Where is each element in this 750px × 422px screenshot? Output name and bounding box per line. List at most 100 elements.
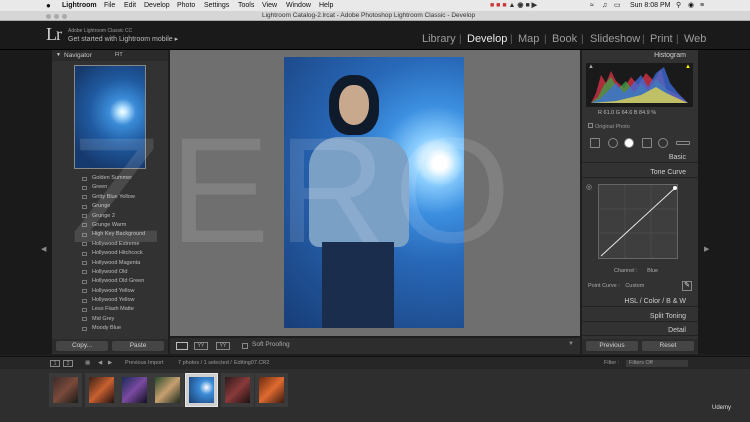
spot-removal-tool-icon[interactable] xyxy=(608,138,618,148)
page-1-button[interactable]: 1 xyxy=(50,360,60,367)
apple-icon[interactable]: ● xyxy=(46,0,51,11)
collapse-right-icon[interactable]: ▶ xyxy=(704,245,709,253)
paste-button[interactable]: Paste xyxy=(112,341,164,351)
preset-item[interactable]: Moody Blue xyxy=(80,324,168,333)
volume-icon[interactable]: ♫ xyxy=(602,0,607,11)
section-detail[interactable]: Detail xyxy=(582,325,698,336)
clock[interactable]: Sun 8:08 PM xyxy=(630,0,670,11)
app-menu[interactable]: Lightroom xyxy=(62,0,97,11)
preset-item[interactable]: Hollywood Yellow xyxy=(80,287,168,296)
split-toning-label: Split Toning xyxy=(649,313,686,320)
preset-item[interactable]: Hollywood Yellow xyxy=(80,296,168,305)
section-hsl[interactable]: HSL / Color / B & W xyxy=(582,296,698,307)
module-separator: | xyxy=(642,34,645,45)
navigator-title: Navigator xyxy=(64,52,92,59)
soft-proofing-label: Soft Proofing xyxy=(252,341,290,348)
clipping-highlight-icon[interactable]: ▲ xyxy=(685,64,691,70)
histogram-graph xyxy=(591,67,688,103)
product-name: Adobe Lightroom Classic CC xyxy=(68,28,133,34)
module-library[interactable]: Library xyxy=(422,33,456,46)
copy-button[interactable]: Copy... xyxy=(56,341,108,351)
channel-row: Channel : Blue xyxy=(614,268,658,274)
soft-proofing-checkbox[interactable] xyxy=(242,343,248,349)
menu-develop[interactable]: Develop xyxy=(144,0,170,11)
targeted-adjustment-icon[interactable]: ◎ xyxy=(586,183,592,191)
module-map[interactable]: Map xyxy=(518,33,539,46)
left-edge: ◀ xyxy=(0,50,52,354)
right-panel-buttons: Previous Reset xyxy=(582,339,698,353)
loupe-view-icon[interactable] xyxy=(176,342,188,350)
channel-select[interactable]: Blue xyxy=(647,268,658,274)
before-after-icon[interactable]: YY xyxy=(216,342,230,350)
filmstrip-thumbnail[interactable] xyxy=(118,373,151,407)
window-title-bar: Lightroom Catalog-2.lrcat - Adobe Photos… xyxy=(0,11,750,21)
menu-help[interactable]: Help xyxy=(319,0,333,11)
toolbar-menu-icon[interactable]: ▼ xyxy=(568,341,574,347)
close-window-button[interactable] xyxy=(46,14,51,19)
point-curve-select[interactable]: Custom xyxy=(625,283,644,289)
basic-label: Basic xyxy=(668,154,686,161)
section-split-toning[interactable]: Split Toning xyxy=(582,311,698,322)
page-2-button[interactable]: 2 xyxy=(63,360,73,367)
module-develop[interactable]: Develop xyxy=(467,33,507,46)
preset-item[interactable]: Less Flash Matte xyxy=(80,305,168,314)
module-slideshow[interactable]: Slideshow xyxy=(590,33,640,46)
navigator-header[interactable]: ▼ Navigator FIT xyxy=(52,50,168,61)
radial-filter-icon[interactable] xyxy=(658,138,668,148)
module-separator: | xyxy=(544,34,547,45)
module-book[interactable]: Book xyxy=(552,33,577,46)
filmstrip-thumbnail[interactable] xyxy=(151,373,184,407)
curve-edit-icon[interactable]: ✎ xyxy=(682,281,692,291)
clipping-shadow-icon[interactable]: ▲ xyxy=(588,64,594,70)
tone-curve-graph[interactable] xyxy=(598,184,678,259)
zoom-window-button[interactable] xyxy=(62,14,67,19)
minimize-window-button[interactable] xyxy=(54,14,59,19)
menu-window[interactable]: Window xyxy=(286,0,311,11)
filmstrip-bar: 1 2 ▦ ◀ ▶ Previous Import 7 photos / 1 s… xyxy=(0,356,750,369)
zoom-fit-option[interactable]: FIT xyxy=(115,50,123,61)
filter-select[interactable]: Filters Off xyxy=(626,360,688,367)
battery-icon[interactable]: ▭ xyxy=(614,0,621,11)
filmstrip-thumbnail[interactable] xyxy=(221,373,254,407)
search-icon[interactable]: ⚲ xyxy=(676,0,681,11)
original-photo-checkbox[interactable] xyxy=(588,123,593,128)
filmstrip-thumbnail[interactable] xyxy=(49,373,82,407)
point-curve-label: Point Curve : xyxy=(588,283,620,289)
section-tone-curve[interactable]: Tone Curve xyxy=(582,167,698,178)
menu-tools[interactable]: Tools xyxy=(238,0,254,11)
mobile-promo-link[interactable]: Get started with Lightroom mobile ▸ xyxy=(68,35,178,43)
menu-settings[interactable]: Settings xyxy=(204,0,229,11)
readout-r-label: R xyxy=(598,110,602,116)
reset-button[interactable]: Reset xyxy=(642,341,694,351)
compare-view-icon[interactable]: YY xyxy=(194,342,208,350)
right-panel: Histogram ▲ ▲ R 61.0 G 64.6 B 84.9 % Ori… xyxy=(582,50,698,354)
udemy-watermark: Udemy xyxy=(712,405,732,411)
adjustment-brush-icon[interactable] xyxy=(676,141,690,145)
siri-icon[interactable]: ◉ xyxy=(688,0,694,11)
filmstrip-thumbnail-selected[interactable] xyxy=(185,373,218,407)
menu-edit[interactable]: Edit xyxy=(124,0,136,11)
histogram-header[interactable]: Histogram xyxy=(582,50,698,61)
module-print[interactable]: Print xyxy=(650,33,673,46)
menu-file[interactable]: File xyxy=(104,0,115,11)
collapse-left-icon[interactable]: ◀ xyxy=(41,245,46,253)
graduated-filter-icon[interactable] xyxy=(642,138,652,148)
module-separator: | xyxy=(676,34,679,45)
develop-toolbar: YY YY Soft Proofing ▼ xyxy=(170,338,580,354)
wifi-icon[interactable]: ≈ xyxy=(590,0,594,11)
menu-photo[interactable]: Photo xyxy=(177,0,195,11)
section-basic[interactable]: Basic xyxy=(582,152,698,163)
tone-curve-label: Tone Curve xyxy=(650,169,686,176)
menu-view[interactable]: View xyxy=(262,0,277,11)
previous-button[interactable]: Previous xyxy=(586,341,638,351)
preset-item[interactable]: Hollywood Old Green xyxy=(80,277,168,286)
crop-tool-icon[interactable] xyxy=(590,138,600,148)
module-web[interactable]: Web xyxy=(684,33,706,46)
original-photo-toggle[interactable]: Original Photo xyxy=(588,123,630,130)
histogram[interactable]: ▲ ▲ xyxy=(586,63,693,107)
filmstrip-thumbnail[interactable] xyxy=(255,373,288,407)
red-eye-tool-icon[interactable] xyxy=(624,138,634,148)
notifications-icon[interactable]: ≡ xyxy=(700,0,704,11)
filmstrip-thumbnail[interactable] xyxy=(85,373,118,407)
preset-item[interactable]: Mid Grey xyxy=(80,315,168,324)
